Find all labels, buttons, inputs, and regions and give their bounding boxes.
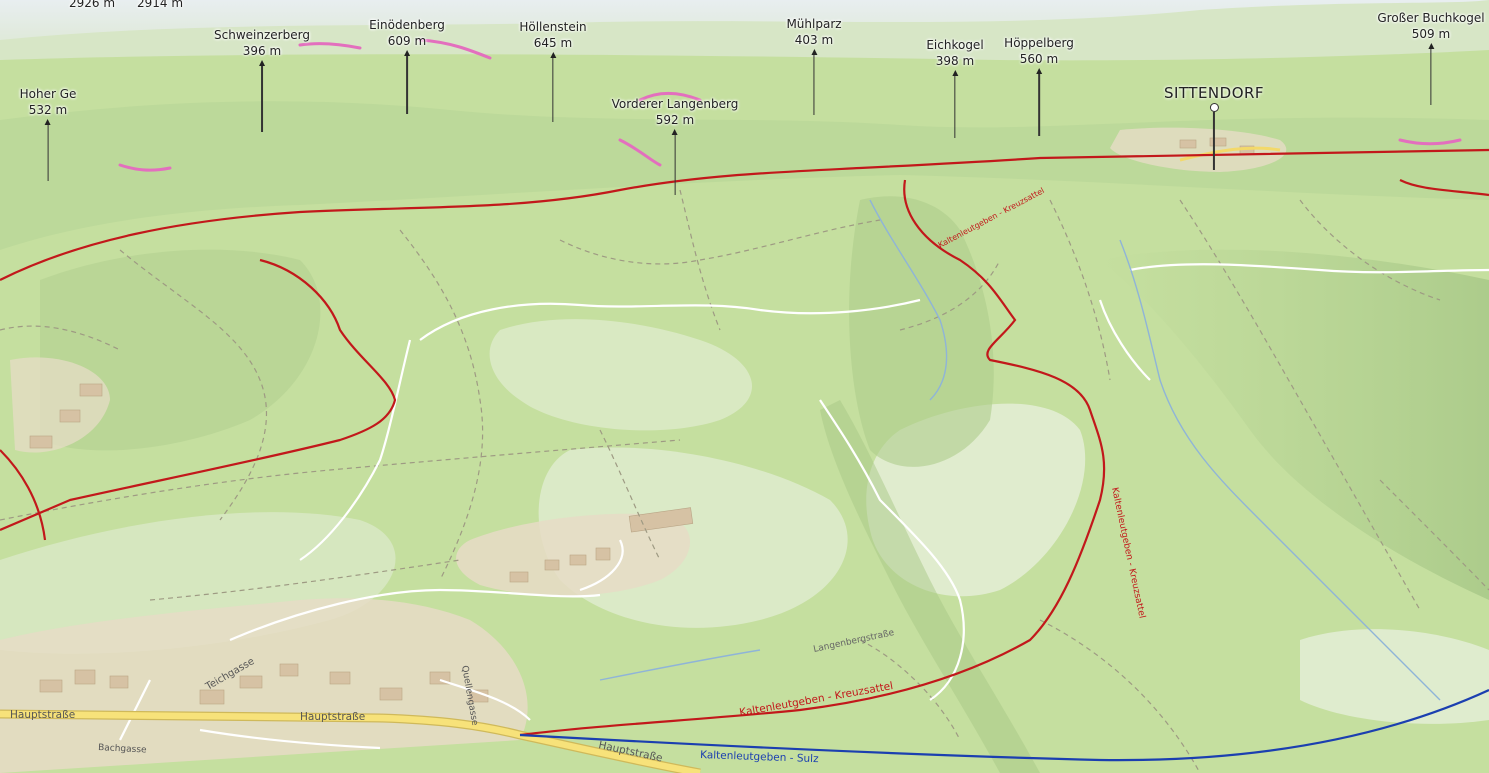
street-label-hauptstrasse: Hauptstraße [10, 709, 75, 721]
peak-marker[interactable]: Höppelberg 560 m [1004, 35, 1074, 136]
peak-elevation: 609 m [387, 34, 427, 48]
peak-stem [674, 135, 676, 195]
peak-elevation: 645 m [533, 36, 573, 50]
peak-name: Höppelberg [1004, 36, 1074, 50]
peak-name: Einödenberg [369, 18, 445, 32]
town-stem [1213, 112, 1215, 170]
peak-name: Vorderer Langenberg [611, 97, 739, 111]
peak-marker[interactable]: 2914 m [137, 0, 183, 11]
clearing [1300, 629, 1489, 724]
peak-marker[interactable]: 2926 m [69, 0, 115, 11]
peak-name: Mühlparz [786, 17, 842, 31]
town-dot-icon [1209, 103, 1219, 112]
peak-marker[interactable]: Eichkogel 398 m [926, 37, 984, 138]
peak-marker[interactable]: Schweinzerberg 396 m [214, 27, 310, 132]
peak-stem [47, 125, 49, 181]
street-label-hauptstrasse: Hauptstraße [300, 711, 365, 723]
peak-stem [813, 55, 815, 115]
peak-marker[interactable]: Höllenstein 645 m [519, 19, 587, 122]
peak-elevation: 532 m [28, 103, 68, 117]
peak-marker[interactable]: Großer Buchkogel 509 m [1377, 10, 1485, 105]
peak-stem [261, 66, 263, 132]
peak-elevation: 560 m [1019, 52, 1059, 66]
peak-name: Höllenstein [519, 20, 587, 34]
peak-marker[interactable]: Hoher Ge 532 m [19, 86, 77, 181]
peak-elevation: 592 m [655, 113, 695, 127]
peak-stem [954, 76, 956, 138]
peak-stem [552, 58, 554, 122]
peak-elevation: 2914 m [136, 0, 184, 10]
peak-elevation: 2926 m [68, 0, 116, 10]
peak-stem [406, 56, 408, 114]
peak-name: Großer Buchkogel [1377, 11, 1485, 25]
peak-elevation: 398 m [935, 54, 975, 68]
peak-elevation: 403 m [794, 33, 834, 47]
peak-marker[interactable]: Mühlparz 403 m [786, 16, 842, 115]
peak-marker[interactable]: Einödenberg 609 m [369, 17, 445, 114]
peak-stem [1038, 74, 1040, 136]
peak-name: Schweinzerberg [214, 28, 310, 42]
map-3d-view[interactable]: Kaltenleutgeben - Kreuzsattel Kaltenleut… [0, 0, 1489, 773]
peak-stem [1430, 49, 1432, 105]
peak-name: Hoher Ge [19, 87, 77, 101]
peak-name: Eichkogel [926, 38, 984, 52]
town-name: SITTENDORF [1163, 84, 1265, 102]
peak-elevation: 509 m [1411, 27, 1451, 41]
peak-elevation: 396 m [242, 44, 282, 58]
peak-marker[interactable]: Vorderer Langenberg 592 m [611, 96, 739, 195]
town-marker[interactable]: SITTENDORF [1164, 84, 1264, 170]
